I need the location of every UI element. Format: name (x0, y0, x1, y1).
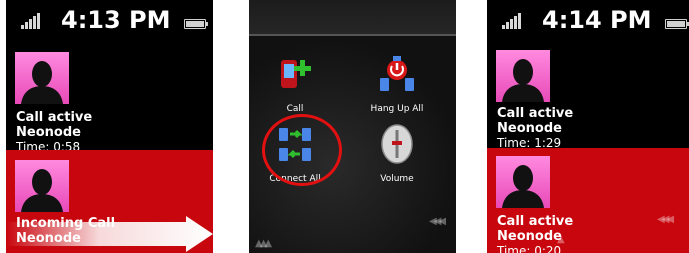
call-status: Call active (16, 110, 93, 125)
volume-label: Volume (380, 174, 414, 184)
menu-header (249, 0, 456, 36)
call-card-active[interactable]: Call active Neonode Time: 1:29 (487, 40, 689, 152)
chevron-left-icon: ◀◀◀ (429, 216, 446, 227)
call-card-active[interactable]: Call active Neonode Time: 0:58 (6, 40, 213, 154)
call-status: Call active (497, 106, 574, 121)
chevron-left-icon: ◀◀◀ (657, 214, 674, 225)
call-status: Incoming Call (16, 216, 116, 231)
chevron-up-icon: ▲ (557, 234, 565, 245)
hang-up-all-label: Hang Up All (370, 104, 424, 114)
call-card-active[interactable]: Call active Neonode Time: 0:20 ▲ ◀◀◀ (487, 148, 689, 253)
status-bar: 4:14 PM (487, 0, 689, 40)
power-network-icon (380, 56, 414, 91)
call-button[interactable]: Call (250, 54, 340, 114)
signal-icon (15, 13, 40, 29)
clock-time: 4:13 PM (61, 6, 171, 34)
person-silhouette-icon (496, 156, 550, 208)
caller-name: Neonode (497, 121, 562, 136)
call-duration: Time: 0:20 (497, 244, 562, 253)
caller-name: Neonode (497, 229, 562, 244)
battery-icon (184, 19, 208, 29)
phone-add-icon (281, 60, 311, 88)
signal-icon (496, 13, 521, 29)
chevron-up-icon: ▲▲▲ (255, 238, 272, 249)
caller-name: Neonode (16, 125, 81, 140)
battery-icon (665, 19, 689, 29)
volume-slider-icon (381, 124, 413, 164)
person-silhouette-icon (496, 50, 550, 102)
clock-time: 4:14 PM (542, 6, 652, 34)
caller-name: Neonode (16, 231, 81, 246)
hang-up-all-button[interactable]: Hang Up All (352, 54, 442, 114)
person-silhouette-icon (15, 160, 69, 212)
phone-screen-1: 4:13 PM Call active Neonode Time: 0:58 I… (6, 0, 213, 253)
volume-button[interactable]: Volume (352, 124, 442, 184)
phone-screen-3: 4:14 PM Call active Neonode Time: 1:29 C… (487, 0, 689, 253)
phone-screen-2-menu: Call Hang Up All Connect All Volume ▲▲▲ … (249, 0, 456, 253)
person-silhouette-icon (15, 52, 69, 104)
highlight-circle (262, 114, 342, 186)
call-card-incoming[interactable]: Incoming Call Neonode (6, 150, 213, 253)
status-bar: 4:13 PM (6, 0, 213, 40)
call-status: Call active (497, 214, 574, 229)
call-label: Call (286, 104, 304, 114)
